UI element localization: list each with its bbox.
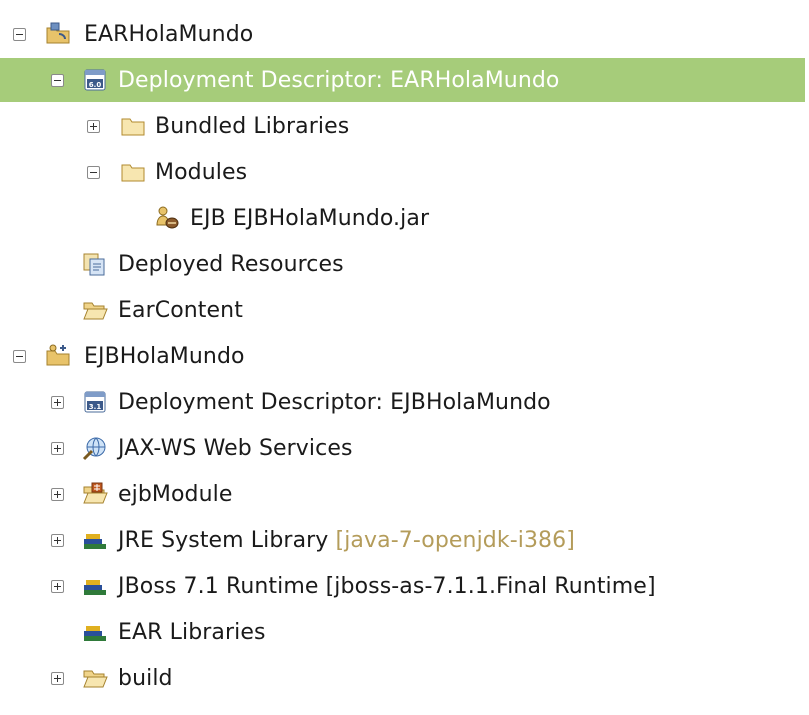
expand-toggle[interactable] bbox=[51, 395, 64, 409]
tree-item-ejbholamundo[interactable]: EJBHolaMundo bbox=[0, 334, 805, 378]
tree-item-label: Deployment Descriptor: EJBHolaMundo bbox=[118, 389, 551, 415]
deployment-descriptor-3-1-icon: 3.1 bbox=[84, 391, 106, 413]
collapse-toggle[interactable] bbox=[87, 165, 100, 179]
ejb-project-icon bbox=[46, 344, 70, 366]
svg-text:3.1: 3.1 bbox=[89, 403, 102, 411]
library-icon bbox=[84, 580, 106, 595]
tree-item-label: Deployment Descriptor: EARHolaMundo bbox=[118, 67, 560, 93]
expand-toggle[interactable] bbox=[51, 533, 64, 547]
tree-item-label: EarContent bbox=[118, 297, 243, 323]
tree-item-ear-libraries[interactable]: EAR Libraries bbox=[0, 610, 805, 654]
collapse-toggle[interactable] bbox=[51, 73, 64, 87]
folder-icon bbox=[121, 118, 145, 136]
library-icon bbox=[84, 534, 106, 549]
expand-toggle[interactable] bbox=[51, 579, 64, 593]
tree-item-label: EARHolaMundo bbox=[84, 21, 254, 47]
tree-item-label: EAR Libraries bbox=[118, 619, 266, 645]
tree-item-label: EJB EJBHolaMundo.jar bbox=[190, 205, 430, 231]
tree-item-label: Bundled Libraries bbox=[155, 113, 350, 139]
tree-item-build[interactable]: build bbox=[0, 656, 805, 700]
tree-item-label: ejbModule bbox=[118, 481, 233, 507]
tree-item-jboss-runtime[interactable]: JBoss 7.1 Runtime [jboss-as-7.1.1.Final … bbox=[0, 564, 805, 608]
folder-icon bbox=[121, 164, 145, 182]
deployment-descriptor-6-0-icon: 6.0 bbox=[84, 69, 106, 91]
tree-item-earholamundo[interactable]: EARHolaMundo bbox=[0, 12, 805, 56]
project-explorer-tree: EARHolaMundo 6.0 Deployment Descriptor: … bbox=[0, 0, 809, 715]
tree-item-label: Modules bbox=[155, 159, 248, 185]
tree-item-deployed-resources[interactable]: Deployed Resources bbox=[0, 242, 805, 286]
tree-item-jre-system-library[interactable]: JRE System Library [java-7-openjdk-i386] bbox=[0, 518, 805, 562]
expand-toggle[interactable] bbox=[51, 441, 64, 455]
ejb-module-icon bbox=[156, 206, 179, 229]
collapse-toggle[interactable] bbox=[13, 349, 26, 363]
tree-item-label: JBoss 7.1 Runtime [jboss-as-7.1.1.Final … bbox=[118, 573, 656, 599]
tree-item-modules[interactable]: Modules bbox=[0, 150, 805, 194]
collapse-toggle[interactable] bbox=[13, 27, 26, 41]
library-icon bbox=[84, 626, 106, 641]
source-folder-icon bbox=[83, 482, 108, 504]
web-services-icon bbox=[82, 437, 106, 461]
tree-item-bundled-libraries[interactable]: Bundled Libraries bbox=[0, 104, 805, 148]
ear-project-icon bbox=[46, 22, 70, 44]
deployed-resources-icon bbox=[83, 253, 105, 276]
tree-item-deployment-descriptor-ear[interactable]: 6.0 Deployment Descriptor: EARHolaMundo bbox=[0, 58, 805, 102]
expand-toggle[interactable] bbox=[51, 671, 64, 685]
svg-text:6.0: 6.0 bbox=[89, 81, 102, 89]
tree-item-earcontent[interactable]: EarContent bbox=[0, 288, 805, 332]
tree-item-label: Deployed Resources bbox=[118, 251, 344, 277]
tree-item-ejb-jar[interactable]: EJB EJBHolaMundo.jar bbox=[0, 196, 805, 240]
tree-item-label: build bbox=[118, 665, 173, 691]
expand-toggle[interactable] bbox=[51, 487, 64, 501]
jre-decoration: [java-7-openjdk-i386] bbox=[335, 527, 575, 553]
expand-toggle[interactable] bbox=[87, 119, 100, 133]
tree-item-label: JRE System Library [java-7-openjdk-i386] bbox=[118, 527, 575, 553]
open-folder-icon bbox=[83, 302, 108, 320]
tree-item-ejbmodule[interactable]: ejbModule bbox=[0, 472, 805, 516]
tree-item-label: EJBHolaMundo bbox=[84, 343, 245, 369]
tree-item-deployment-descriptor-ejb[interactable]: 3.1 Deployment Descriptor: EJBHolaMundo bbox=[0, 380, 805, 424]
open-folder-icon bbox=[83, 670, 108, 688]
tree-item-jax-ws[interactable]: JAX-WS Web Services bbox=[0, 426, 805, 470]
tree-item-label: JAX-WS Web Services bbox=[118, 435, 353, 461]
